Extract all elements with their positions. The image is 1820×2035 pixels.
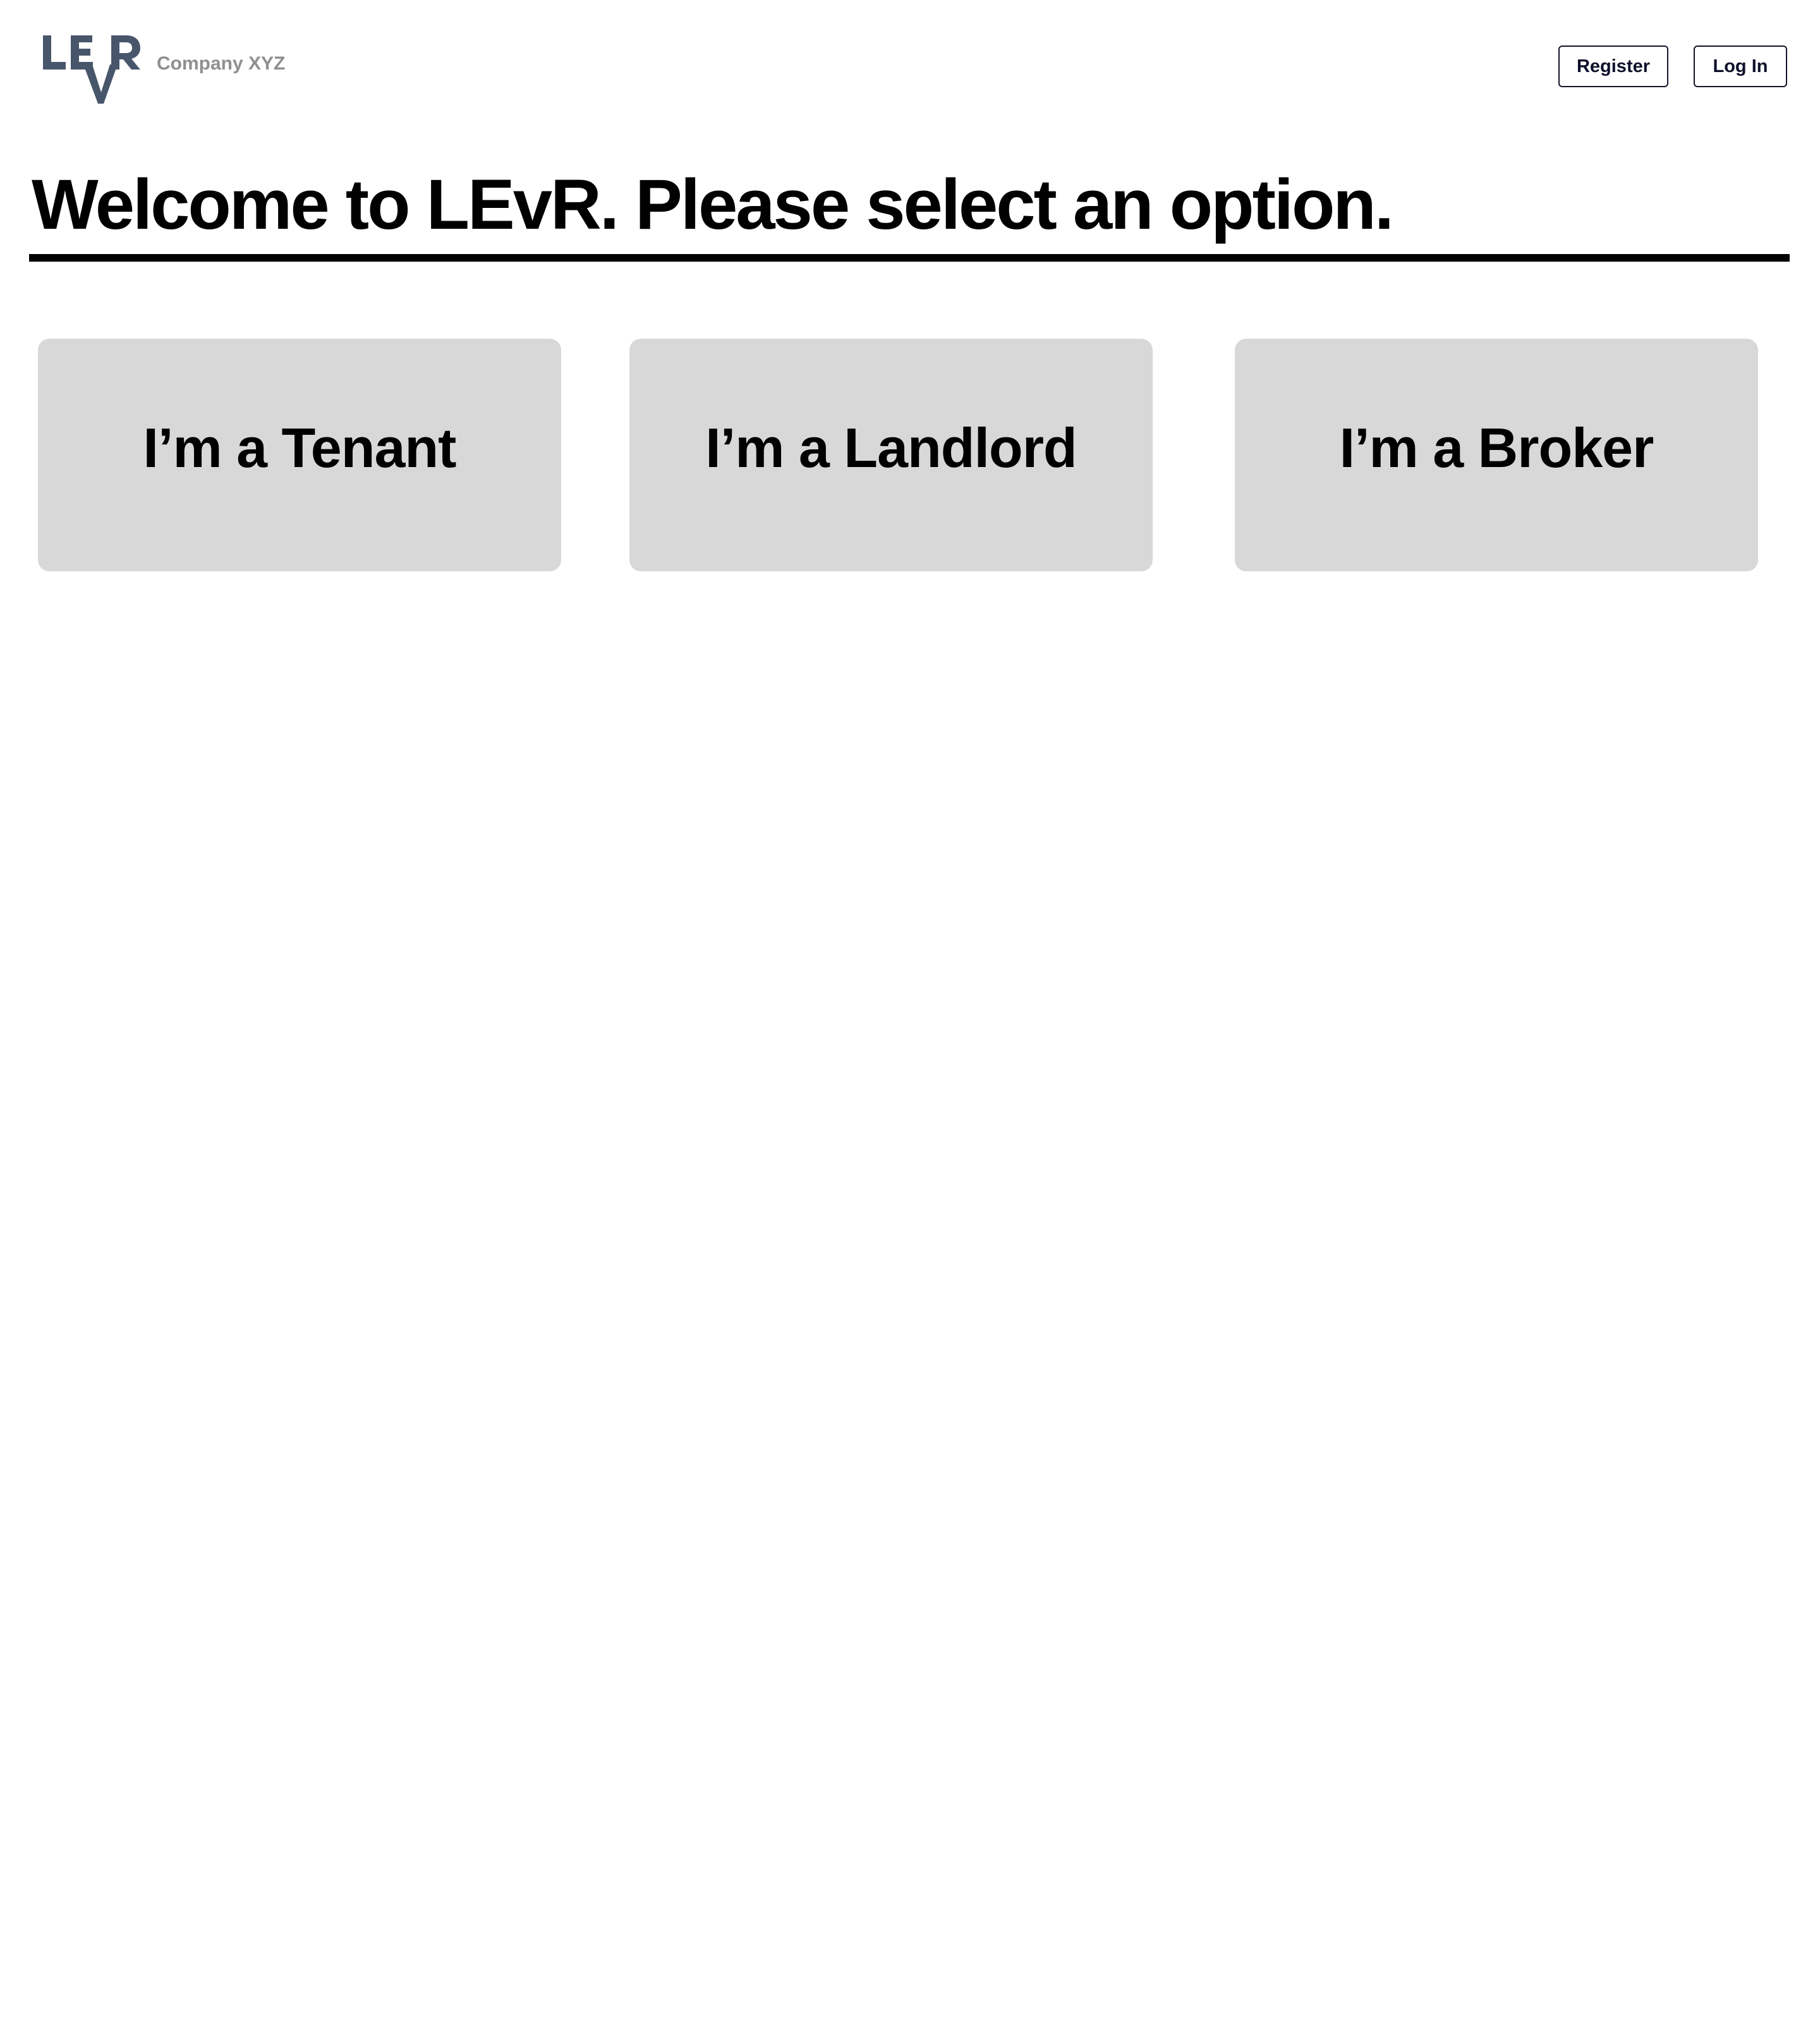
broker-option-label: I’m a Broker <box>1339 416 1654 479</box>
page-title: Welcome to LEvR. Please select an option… <box>32 165 1394 244</box>
tenant-option-card[interactable]: I’m a Tenant <box>38 339 561 571</box>
landlord-option-card[interactable]: I’m a Landlord <box>629 339 1153 571</box>
tenant-option-label: I’m a Tenant <box>143 416 457 479</box>
register-button[interactable]: Register <box>1558 46 1668 87</box>
landlord-option-label: I’m a Landlord <box>705 416 1077 479</box>
levr-logo[interactable] <box>40 32 142 105</box>
login-button[interactable]: Log In <box>1694 46 1787 87</box>
broker-option-card[interactable]: I’m a Broker <box>1235 339 1758 571</box>
top-bar: Company XYZ Register Log In <box>0 0 1820 126</box>
company-name: Company XYZ <box>157 53 286 74</box>
title-divider <box>29 254 1790 262</box>
